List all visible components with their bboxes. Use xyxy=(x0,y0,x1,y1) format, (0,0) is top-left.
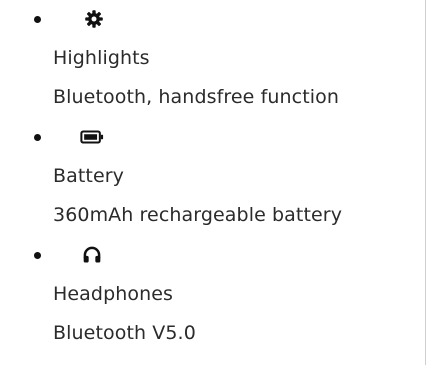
feature-icon-row xyxy=(0,0,426,38)
feature-item-highlights: Highlights Bluetooth, handsfree function xyxy=(0,0,426,118)
feature-title: Battery xyxy=(53,165,125,187)
feature-icon-row xyxy=(0,236,426,274)
feature-detail: 360mAh rechargeable battery xyxy=(53,204,343,226)
feature-detail: Bluetooth, handsfree function xyxy=(53,86,340,108)
feature-item-battery: Battery 360mAh rechargeable battery xyxy=(0,118,426,236)
feature-title: Highlights xyxy=(53,47,150,69)
list-bullet xyxy=(34,252,41,259)
feature-detail: Bluetooth V5.0 xyxy=(53,322,196,344)
list-bullet xyxy=(34,16,41,23)
list-bullet xyxy=(34,134,41,141)
gear-icon xyxy=(84,9,104,29)
feature-icon-row xyxy=(0,118,426,156)
feature-title: Headphones xyxy=(53,283,174,305)
battery-icon xyxy=(80,128,104,146)
feature-list: Highlights Bluetooth, handsfree function… xyxy=(0,0,426,354)
feature-item-headphones: Headphones Bluetooth V5.0 xyxy=(0,236,426,354)
headphones-icon xyxy=(82,245,102,265)
